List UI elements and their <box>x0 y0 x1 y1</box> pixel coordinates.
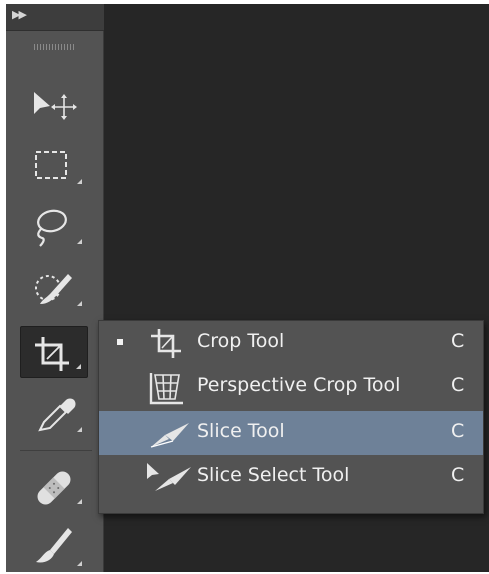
brush-tool-button[interactable] <box>20 522 88 574</box>
slice-icon <box>150 423 189 448</box>
lasso-icon <box>37 209 67 247</box>
move-icon <box>34 92 77 120</box>
eyedropper-tool-button[interactable] <box>20 388 88 440</box>
tool-group-divider <box>20 450 92 451</box>
more-tools-indicator-icon <box>77 301 82 306</box>
perspective-crop-icon <box>149 373 183 405</box>
quick-selection-tool-button[interactable] <box>20 262 88 314</box>
healing-brush-tool-button[interactable] <box>20 460 88 512</box>
crop-tools-flyout-menu: Crop Tool C Perspective Crop Tool C Slic… <box>98 320 484 514</box>
menu-item-shortcut: C <box>451 420 465 442</box>
menu-item-label: Slice Select Tool <box>197 464 350 486</box>
menu-item-label: Slice Tool <box>197 420 285 442</box>
selected-bullet-icon <box>117 339 123 345</box>
more-tools-indicator-icon <box>77 179 82 184</box>
move-tool-button[interactable] <box>20 80 88 132</box>
eyedropper-icon <box>38 398 76 432</box>
rectangular-marquee-tool-button[interactable] <box>20 140 88 192</box>
more-tools-indicator-icon <box>77 499 82 504</box>
brush-icon <box>36 528 72 563</box>
crop-icon <box>151 329 181 358</box>
menu-item-label: Perspective Crop Tool <box>197 374 401 396</box>
marquee-icon <box>35 151 67 179</box>
menu-item-shortcut: C <box>451 464 465 486</box>
more-tools-indicator-icon <box>77 561 82 566</box>
double-chevron-right-icon[interactable]: ▶▶ <box>12 8 27 22</box>
bandage-icon <box>37 471 71 505</box>
tools-panel-header: ▶▶ <box>6 4 104 31</box>
quick-selection-icon <box>35 274 72 304</box>
menu-item-crop-tool[interactable]: Crop Tool C <box>99 321 483 365</box>
menu-item-shortcut: C <box>451 374 465 396</box>
more-tools-indicator-icon <box>76 364 81 369</box>
menu-item-label: Crop Tool <box>197 330 285 352</box>
panel-grip-handle[interactable] <box>34 44 76 50</box>
menu-item-slice-tool[interactable]: Slice Tool C <box>99 411 483 455</box>
crop-icon <box>35 337 69 371</box>
menu-item-perspective-crop-tool[interactable]: Perspective Crop Tool C <box>99 365 483 409</box>
more-tools-indicator-icon <box>77 427 82 432</box>
lasso-tool-button[interactable] <box>20 200 88 252</box>
crop-tool-button[interactable] <box>20 326 88 378</box>
tools-panel: ▶▶ <box>6 4 104 572</box>
more-tools-indicator-icon <box>77 239 82 244</box>
slice-select-icon <box>147 463 191 491</box>
menu-item-slice-select-tool[interactable]: Slice Select Tool C <box>99 455 483 499</box>
menu-item-shortcut: C <box>451 330 465 352</box>
